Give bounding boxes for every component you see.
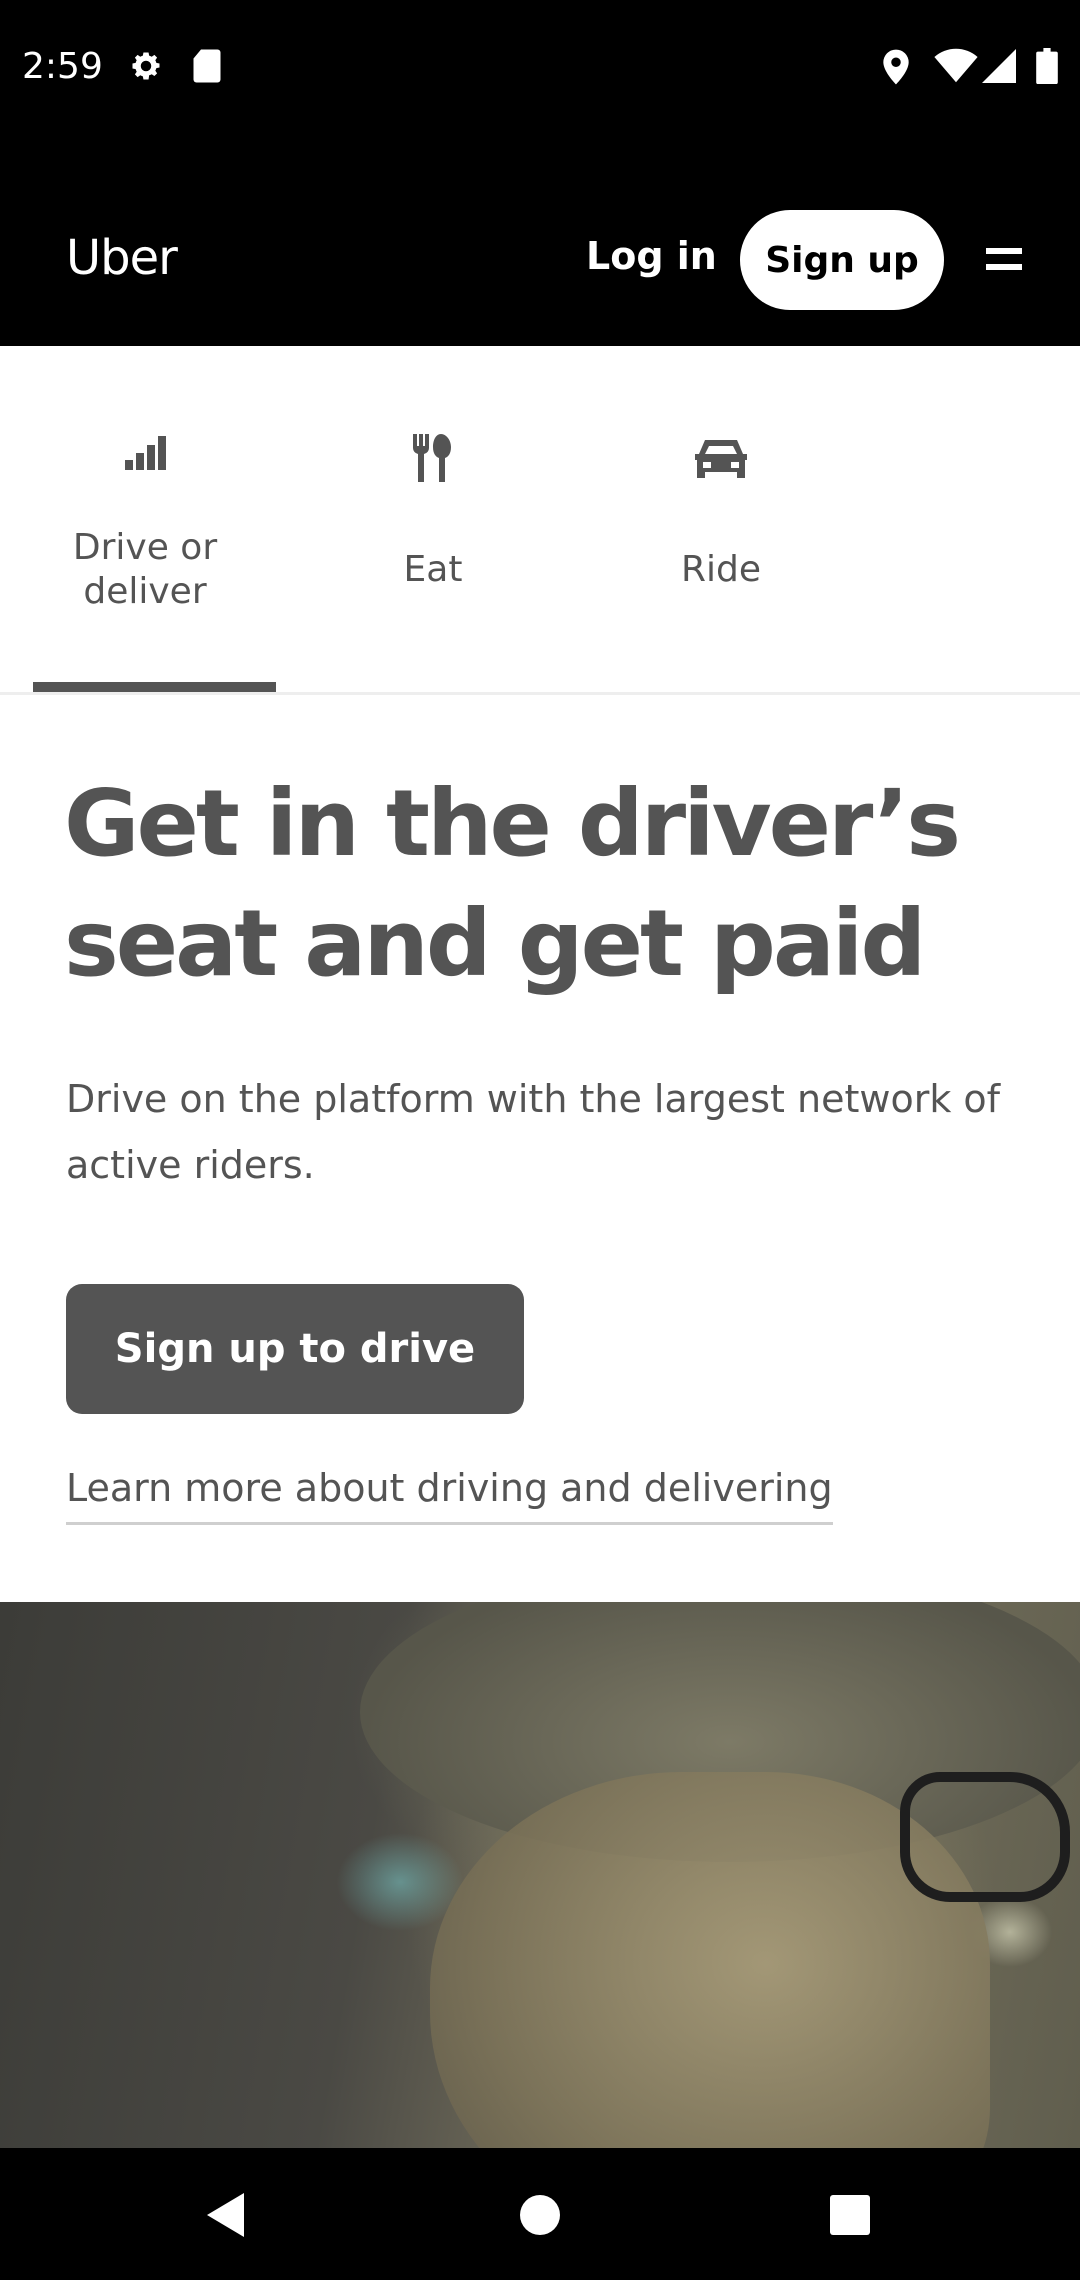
signal-icon	[982, 48, 1016, 88]
status-time: 2:59	[22, 46, 103, 87]
tab-drive-or-deliver[interactable]: Drive or deliver	[0, 346, 290, 692]
selected-tab-indicator	[33, 682, 276, 692]
hamburger-menu-icon[interactable]	[984, 244, 1024, 280]
back-icon[interactable]	[204, 2190, 248, 2244]
tab-label: Drive or deliver	[72, 527, 218, 612]
hero-image-driver	[0, 1602, 1080, 2148]
battery-icon	[1036, 48, 1058, 88]
wifi-icon	[934, 48, 978, 88]
home-icon[interactable]	[518, 2190, 562, 2244]
recents-icon[interactable]	[828, 2190, 872, 2244]
location-icon	[880, 48, 912, 90]
bar-chart-icon	[123, 432, 167, 476]
tab-eat[interactable]: Eat	[288, 346, 578, 692]
tab-ride[interactable]: Ride	[576, 346, 866, 692]
learn-more-link[interactable]: Learn more about driving and delivering	[66, 1466, 833, 1525]
gear-icon	[128, 48, 164, 88]
page-subtext: Drive on the platform with the largest n…	[66, 1077, 1001, 1187]
signup-button[interactable]: Sign up	[740, 210, 944, 310]
sign-up-to-drive-button[interactable]: Sign up to drive	[66, 1284, 524, 1414]
system-nav-bar	[0, 2148, 1080, 2280]
status-bar: 2:59	[0, 0, 1080, 136]
sd-card-icon	[192, 48, 222, 88]
login-link[interactable]: Log in	[586, 234, 717, 278]
tab-label: Eat	[403, 549, 463, 590]
hero-glasses-shape	[900, 1772, 1070, 1902]
tab-label: Ride	[680, 549, 761, 590]
fork-knife-icon	[409, 432, 457, 488]
car-icon	[695, 436, 747, 484]
uber-logo[interactable]: Uber	[66, 230, 178, 286]
product-tabs: Drive or deliver Eat Ride	[0, 346, 1080, 695]
site-header: Uber Log in Sign up	[0, 136, 1080, 346]
page-headline: Get in the driver’s seat and get paid	[64, 770, 961, 997]
